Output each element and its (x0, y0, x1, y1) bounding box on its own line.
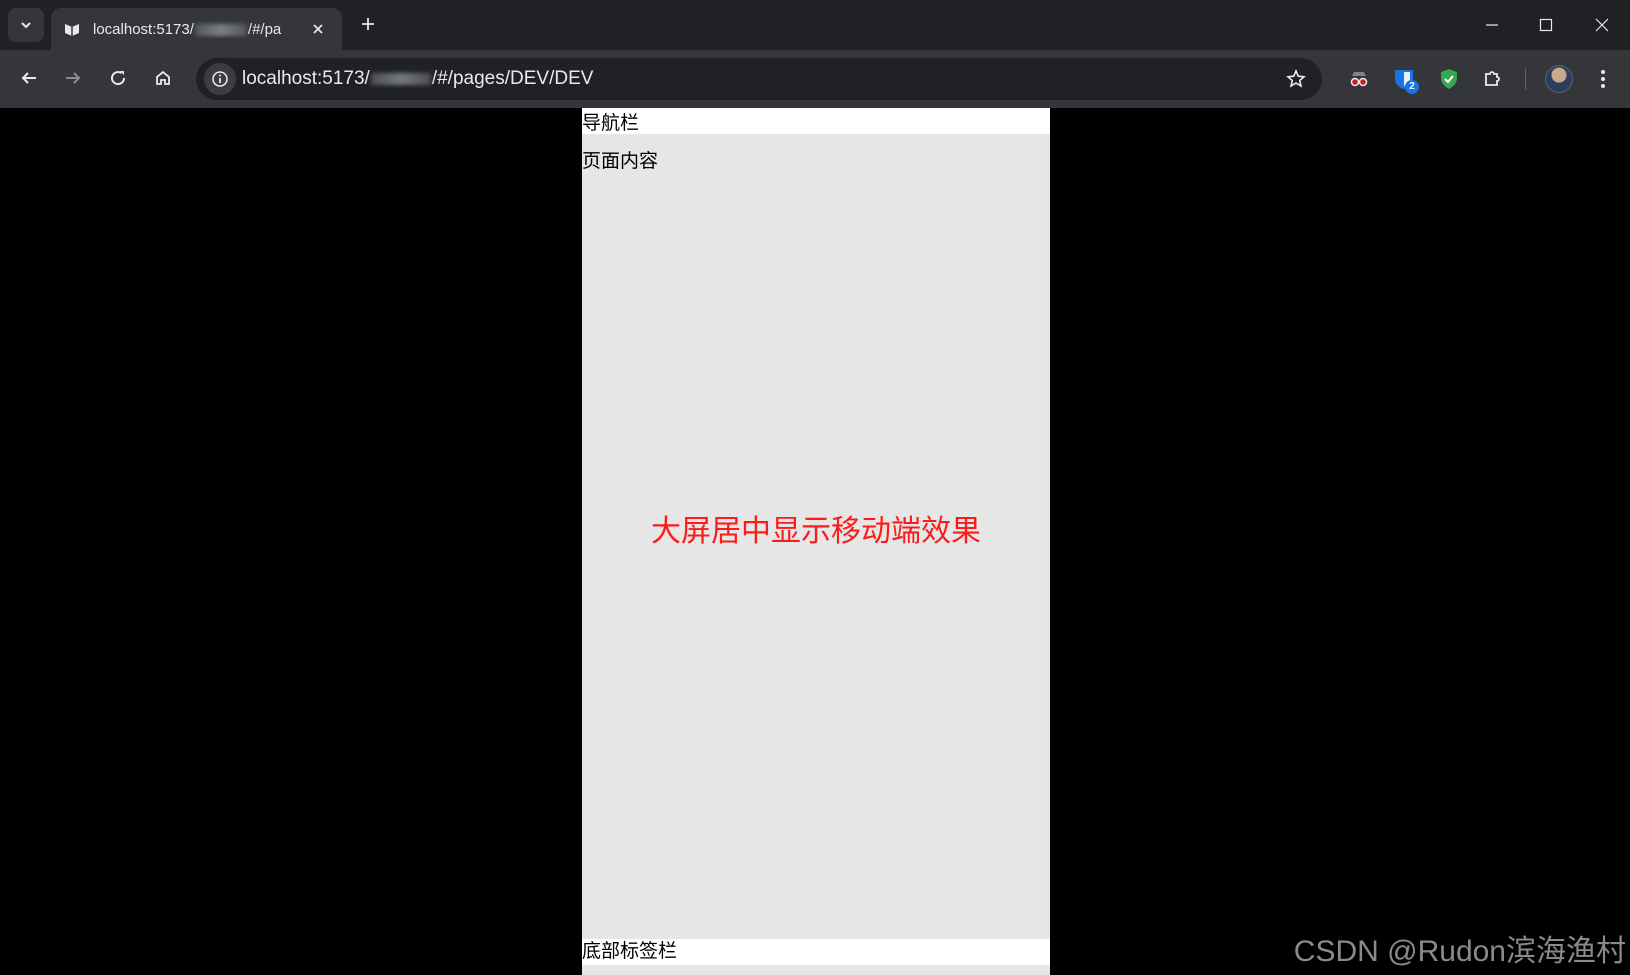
browser-menu-button[interactable] (1588, 64, 1618, 94)
browser-toolbar: localhost:5173//#/pages/DEV/DEV 2 (0, 50, 1630, 108)
back-button[interactable] (12, 61, 46, 95)
reload-button[interactable] (101, 61, 135, 95)
shield-check-icon (1441, 69, 1457, 89)
reload-icon (111, 71, 126, 86)
info-icon (212, 71, 228, 87)
site-favicon-icon (63, 20, 81, 38)
toolbar-separator (1525, 68, 1526, 90)
page-content-label: 页面内容 (582, 150, 659, 172)
extensions-menu-button[interactable] (1478, 64, 1508, 94)
address-bar[interactable]: localhost:5173//#/pages/DEV/DEV (196, 58, 1322, 100)
navbar: 导航栏 (582, 108, 1050, 134)
bottom-tabbar: 底部标签栏 (582, 939, 1050, 965)
bookmark-star-button[interactable] (1284, 67, 1308, 91)
home-button[interactable] (146, 61, 180, 95)
plus-icon (362, 18, 374, 30)
maximize-button[interactable] (1518, 0, 1574, 50)
tab-search-button[interactable] (8, 8, 44, 42)
arrow-right-icon (66, 72, 81, 84)
spy-glasses-icon (1350, 72, 1368, 87)
watermark: CSDN @Rudon滨海渔村 (1293, 935, 1626, 968)
minimize-icon (1486, 24, 1498, 26)
extension-badge: 2 (1405, 80, 1419, 94)
minimize-button[interactable] (1464, 0, 1520, 50)
tab-title: localhost:5173//#/pa (93, 20, 282, 38)
url-text[interactable]: localhost:5173//#/pages/DEV/DEV (242, 68, 593, 90)
page-viewport: 导航栏 页面内容 大屏居中显示移动端效果 底部标签栏 CSDN @Rudon滨海… (0, 108, 1630, 975)
forward-button[interactable] (56, 61, 90, 95)
arrow-left-icon (21, 72, 36, 84)
home-icon (156, 70, 170, 85)
chevron-down-icon (21, 22, 31, 29)
maximize-icon (1539, 18, 1553, 32)
more-vertical-icon (1601, 70, 1605, 88)
close-icon (1595, 18, 1609, 32)
extension-incognito-button[interactable] (1344, 64, 1374, 94)
star-icon (1286, 69, 1306, 88)
close-window-button[interactable] (1574, 0, 1630, 50)
center-message: 大屏居中显示移动端效果 (651, 514, 981, 549)
tabbar-label: 底部标签栏 (582, 940, 678, 962)
mobile-frame: 导航栏 页面内容 大屏居中显示移动端效果 底部标签栏 (582, 108, 1050, 975)
extension-security-button[interactable] (1434, 64, 1464, 94)
extension-bitwarden-button[interactable]: 2 (1389, 64, 1419, 94)
browser-tab[interactable]: localhost:5173//#/pa (51, 8, 342, 50)
site-info-button[interactable] (204, 63, 236, 95)
profile-avatar[interactable] (1545, 65, 1573, 93)
new-tab-button[interactable] (354, 10, 382, 38)
navbar-label: 导航栏 (582, 112, 640, 134)
puzzle-icon (1485, 71, 1500, 86)
tab-close-icon[interactable] (307, 18, 329, 40)
browser-titlebar: localhost:5173//#/pa (0, 0, 1630, 50)
